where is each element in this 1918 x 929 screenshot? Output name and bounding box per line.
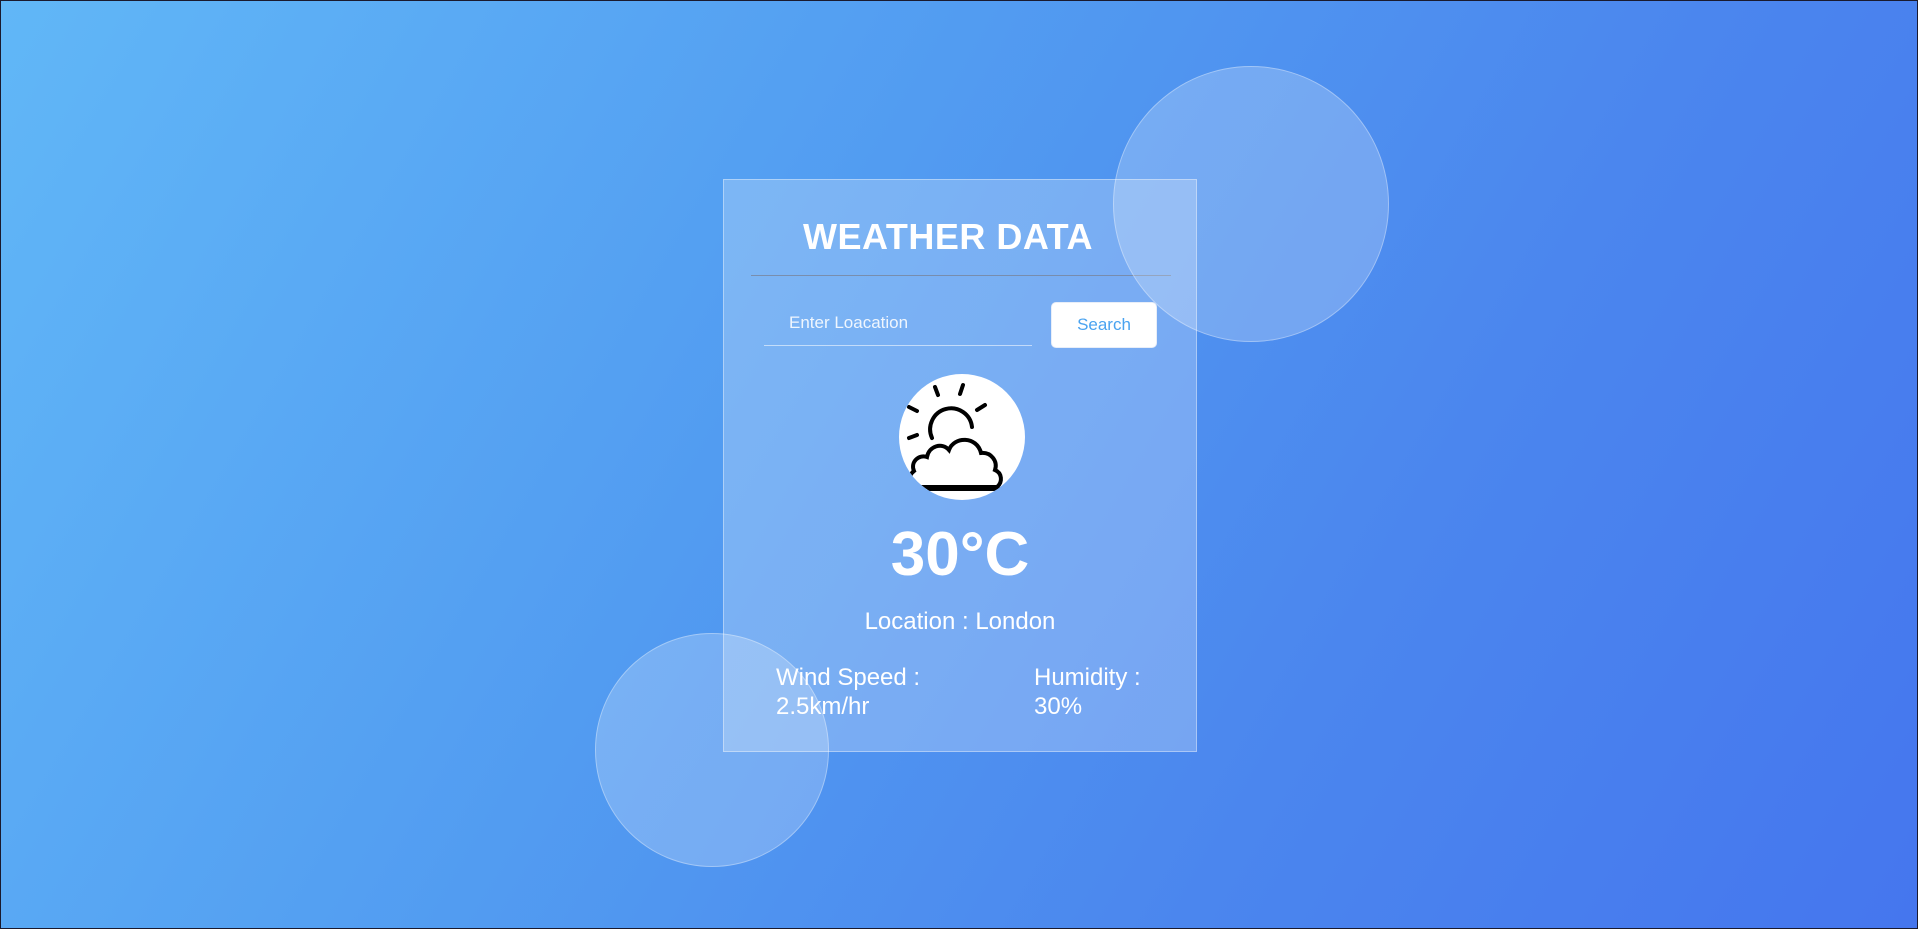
partly-cloudy-icon — [899, 374, 1025, 500]
decorative-bubble-bottom — [595, 633, 829, 867]
location-search-input[interactable] — [764, 300, 1032, 346]
humidity-value: 30% — [1034, 693, 1083, 720]
decorative-bubble-top — [1113, 66, 1389, 342]
location-label: Location : London — [864, 608, 1056, 635]
humidity-label: Humidity : — [1034, 664, 1141, 691]
temperature-value: 30°C — [890, 520, 1030, 589]
title-divider — [751, 275, 1171, 276]
humidity-stat: Humidity : 30% — [1034, 663, 1174, 721]
search-button[interactable]: Search — [1051, 302, 1157, 348]
